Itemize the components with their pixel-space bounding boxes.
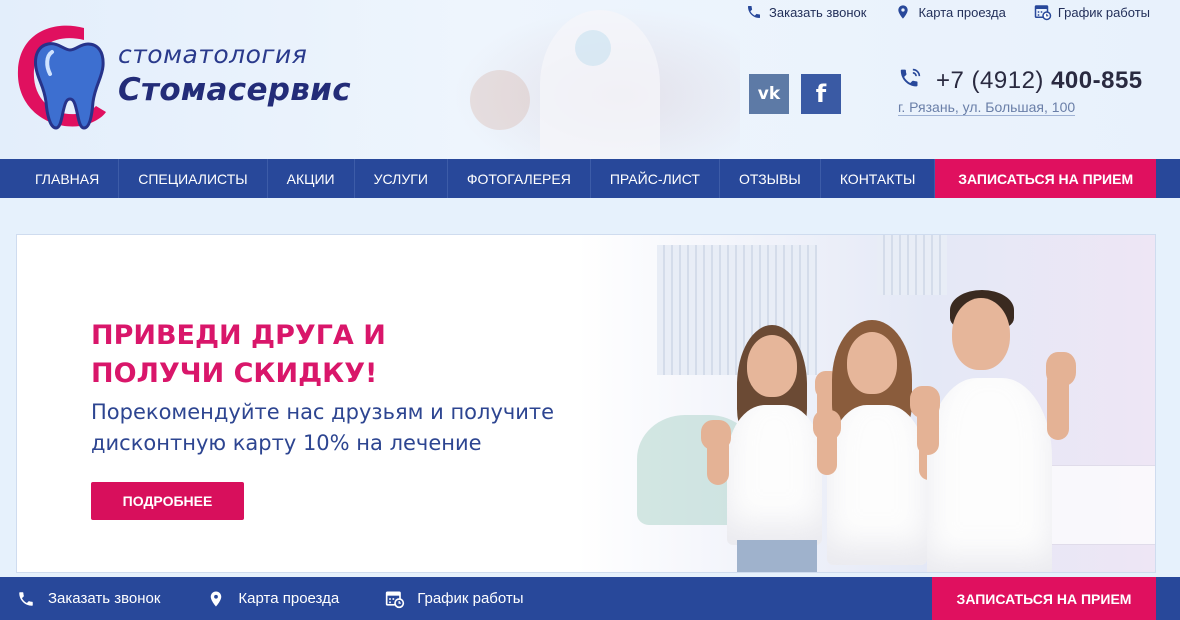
top-link-callback-label: Заказать звонок <box>769 4 867 20</box>
bottom-schedule-label: График работы <box>417 590 524 607</box>
logo-brand-name: Стомасервис <box>118 72 351 108</box>
bottom-map-label: Карта проезда <box>238 590 340 607</box>
top-link-map[interactable]: Карта проезда <box>894 3 1006 21</box>
bottom-schedule[interactable]: График работы <box>385 589 524 609</box>
bottom-map[interactable]: Карта проезда <box>206 589 339 609</box>
facebook-icon: f <box>815 80 827 108</box>
phone-icon <box>745 3 763 21</box>
calendar-clock-icon <box>385 589 405 609</box>
nav-item-contacts[interactable]: Контакты <box>821 159 936 198</box>
main-nav: Главная Специалисты Акции Услуги Фотогал… <box>16 159 1156 198</box>
nav-item-home[interactable]: Главная <box>16 159 120 198</box>
map-pin-icon <box>894 3 912 21</box>
top-link-map-label: Карта проезда <box>918 4 1006 20</box>
nav-item-pricelist[interactable]: Прайс-лист <box>591 159 720 198</box>
top-link-callback[interactable]: Заказать звонок <box>745 3 866 21</box>
bottom-bar: Заказать звонок Карта проезда График раб… <box>0 577 1180 620</box>
more-details-button[interactable]: Подробнее <box>91 482 244 520</box>
banner-photo <box>577 235 1155 572</box>
promo-banner: Приведи друга и получи скидку! Порекомен… <box>16 234 1156 573</box>
nav-item-promotions[interactable]: Акции <box>268 159 355 198</box>
bottom-callback[interactable]: Заказать звонок <box>16 589 160 609</box>
top-link-schedule[interactable]: График работы <box>1034 3 1150 21</box>
header-top-links: Заказать звонок Карта проезда График раб… <box>745 3 1150 21</box>
phone-icon <box>16 589 36 609</box>
contact-block: +7 (4912) 400-855 г. Рязань, ул. Большая… <box>898 66 1143 117</box>
calendar-clock-icon <box>1034 3 1052 21</box>
book-appointment-button[interactable]: ЗАПИСАТЬСЯ НА ПРИЕМ <box>935 159 1156 198</box>
tooth-logo-icon <box>17 25 106 130</box>
site-header: стоматология Стомасервис Заказать звонок… <box>0 0 1180 159</box>
site-logo[interactable]: стоматология Стомасервис <box>14 22 351 137</box>
nav-item-services[interactable]: Услуги <box>355 159 448 198</box>
banner-title: Приведи друга и получи скидку! <box>91 320 386 389</box>
banner-subtitle: Порекомендуйте нас друзьям и получите ди… <box>91 400 555 455</box>
top-link-schedule-label: График работы <box>1057 4 1150 20</box>
logo-tagline: стоматология <box>118 40 308 69</box>
header-dentist-photo <box>440 0 740 159</box>
address-link[interactable]: г. Рязань, ул. Большая, 100 <box>898 99 1076 116</box>
facebook-button[interactable]: f <box>801 74 841 114</box>
nav-item-specialists[interactable]: Специалисты <box>119 159 268 198</box>
vk-icon: vk <box>757 84 781 104</box>
phone-ringing-icon <box>898 66 924 95</box>
phone-number[interactable]: +7 (4912) 400-855 <box>936 67 1143 95</box>
nav-item-reviews[interactable]: Отзывы <box>720 159 821 198</box>
bottom-callback-label: Заказать звонок <box>48 590 161 607</box>
map-pin-icon <box>206 589 226 609</box>
nav-item-gallery[interactable]: Фотогалерея <box>448 159 591 198</box>
bottom-book-appointment-button[interactable]: ЗАПИСАТЬСЯ НА ПРИЕМ <box>932 577 1156 620</box>
vk-button[interactable]: vk <box>749 74 789 114</box>
